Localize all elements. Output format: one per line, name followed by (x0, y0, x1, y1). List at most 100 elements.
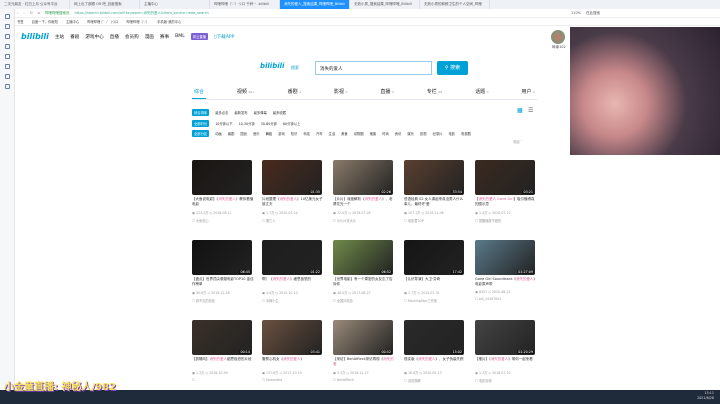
filter-option[interactable]: 时尚 (382, 131, 389, 136)
list-view-icon[interactable]: ☰ (528, 107, 533, 114)
video-uploader[interactable]: ☐ 冰狮小生 (262, 298, 324, 303)
video-title[interactable]: 【世界电影】有一个周密的女友忘了告诉你 (333, 277, 395, 287)
type-tab[interactable]: 视频 99+ (235, 86, 257, 99)
video-title[interactable]: 片段整理《消失的爱人》10亿美元女子被丈夫 (262, 197, 324, 207)
video-uploader[interactable]: ☐ 小片片说大片 (333, 218, 395, 223)
video-uploader[interactable]: ☐ 电影君TOP (404, 218, 466, 223)
video-thumbnail[interactable]: 02:26 (333, 160, 393, 195)
video-thumbnail[interactable]: 00:14 (192, 320, 252, 355)
type-tab[interactable]: 番剧 1 (286, 86, 304, 99)
video-uploader[interactable]: ☐ bili_24367001 (475, 297, 537, 301)
filter-option[interactable]: 资讯 (395, 131, 402, 136)
filter-option[interactable]: 全部分区 (192, 130, 210, 137)
browser-tab[interactable]: 二次元朋友 · 红白上月 公众号平台 (0, 0, 70, 9)
browser-tab[interactable]: 无效小男的和鲜卫生的个人空间_哔哩 (420, 0, 490, 9)
sidebar-icon[interactable] (4, 14, 10, 19)
filter-option[interactable]: 影视 (420, 131, 427, 136)
video-title[interactable]: 【剪辑向】消失的爱人细思极恐的片段 (192, 357, 254, 367)
browser-tab[interactable]: 网上出了部跟 OR 吧_百度搜索 (70, 0, 140, 9)
video-uploader[interactable]: ☐ 看不见的剪色 (192, 298, 254, 303)
filter-option[interactable]: 科技 (303, 131, 310, 136)
video-title[interactable]: 【推片】《消失的爱人》带你一起来看 (475, 357, 537, 367)
bookmark-item[interactable]: 百度一下，你就知 (32, 19, 58, 24)
type-tab[interactable]: 综合 (192, 86, 207, 99)
sidebar-icon[interactable] (4, 54, 10, 59)
forward-icon[interactable]: › (23, 11, 24, 15)
filter-option[interactable]: 音乐 (253, 131, 260, 136)
engine-search[interactable]: 在此搜索 (586, 11, 600, 16)
filter-option[interactable]: 游戏 (278, 131, 285, 136)
type-tab[interactable]: 用户 2 (519, 86, 537, 99)
filter-option[interactable]: 最新发布 (234, 110, 247, 115)
video-title[interactable]: Gone Girl Soundtrack《消失的爱人》电影原声带 (475, 277, 537, 287)
nav-item[interactable]: 主站 (55, 34, 64, 40)
video-title[interactable]: 低语经典 02 女人调起来真没男人什么事儿，最终坏'爱' (404, 197, 466, 207)
sidebar-icon[interactable] (4, 44, 10, 49)
sidebar-icon[interactable] (4, 34, 10, 39)
filter-option[interactable]: 生活 (329, 131, 336, 136)
video-thumbnail[interactable]: 06:45 (192, 240, 252, 275)
video-card[interactable]: 01:22 啊！《消失的爱人》细思极恐的 ▣ 4.6万 ◷ 2015-10-10 ☐ … (262, 240, 324, 318)
nav-item[interactable]: BML (175, 34, 185, 40)
filter-option[interactable]: 动画 (215, 131, 222, 136)
video-thumbnail[interactable]: 03:41 (262, 320, 322, 355)
avatar[interactable] (551, 30, 565, 44)
video-thumbnail[interactable]: 00:52 (333, 320, 393, 355)
video-thumbnail[interactable]: 03:21 (475, 160, 535, 195)
video-title[interactable]: 【认识导演】大卫·芬奇 (404, 277, 466, 287)
download-app-link[interactable]: ▯下载APP (214, 34, 234, 40)
zoom-level[interactable]: 110% (571, 11, 581, 15)
grid-view-icon[interactable]: ▦ (517, 107, 523, 114)
video-uploader[interactable]: ☐ 撤江人 (262, 218, 324, 223)
sidebar-icon[interactable] (4, 64, 10, 69)
video-title[interactable]: 【采访】BenAffleck采访再现《消失的爱 (333, 357, 395, 367)
filter-option[interactable]: 纪录片 (433, 131, 443, 136)
filter-option[interactable]: 电视剧 (461, 131, 471, 136)
back-icon[interactable]: ‹ (17, 11, 18, 15)
sidebar-icon[interactable] (4, 24, 10, 29)
url-input[interactable]: https://search.bilibili.com/all?keyword=… (74, 11, 208, 16)
video-title[interactable]: 撒蔡心机女《消失的爱人》 (262, 357, 324, 367)
video-thumbnail[interactable]: 06:52 (333, 240, 393, 275)
type-tab[interactable]: 专栏 69 (425, 86, 444, 99)
bookmark-item[interactable]: 哔哩哔哩（'-'） (126, 19, 149, 24)
browser-tab[interactable]: 消失的爱人_搜索结果_哔哩哔哩_Bilibili (280, 0, 350, 9)
search-input[interactable]: 消失的爱人 (315, 61, 432, 75)
filter-option[interactable]: 国创 (240, 131, 247, 136)
video-title[interactable]: 【消失的爱人 Gone Girl】吸引懂得真的图示意 (475, 197, 537, 207)
filter-option[interactable]: 汽车 (316, 131, 323, 136)
video-uploader[interactable]: ☐ 电影剪辑 (475, 378, 537, 383)
video-card[interactable]: 33:54 低语经典 02 女人调起来真没男人什么事儿，最终坏'爱' ▣ 107.1… (404, 160, 466, 238)
type-tab[interactable]: 影视 0 (332, 86, 350, 99)
bookmark-item[interactable]: 哔哩哔哩 (゜-゜)つロ (87, 19, 118, 24)
browser-tab[interactable]: 主播中心 (140, 0, 210, 9)
video-thumbnail[interactable]: 01:20:29 (475, 320, 535, 355)
video-card[interactable]: 00:52 【采访】BenAffleck采访再现《消失的爱 ▣ 3.5万 ◷ 201… (333, 320, 395, 398)
video-card[interactable]: 00:14 【剪辑向】消失的爱人细思极恐的片段 ▣ 1.3万 ◷ 2018-10-0… (192, 320, 254, 398)
video-thumbnail[interactable]: 15:02 (404, 320, 464, 355)
nav-item[interactable]: 会员购 (125, 34, 139, 40)
video-card[interactable]: 15:02 现实版《消失的爱人》，女子伪装失踪 ▣ 16.6万 ◷ 2020-05-… (404, 320, 466, 398)
video-card[interactable]: 02:26 【片片】深度解析《消失的爱人》，老婆花光一个 ▣ 72.0万 ◷ 201… (333, 160, 395, 238)
video-card[interactable]: 03:21 【消失的爱人 Gone Girl】吸引懂得真的图示意 ▣ 1.4万 ◷ … (475, 160, 537, 238)
filter-option[interactable]: 综合排序 (192, 109, 210, 116)
video-title[interactable]: 现实版《消失的爱人》，女子伪装失踪 (404, 357, 466, 367)
video-thumbnail[interactable]: 01:27:09 (475, 240, 535, 275)
video-card[interactable]: 06:52 【世界电影】有一个周密的女友忘了告诉你 ▣ 46.0万 ◷ 2017-0… (333, 240, 395, 318)
video-thumbnail[interactable]: 01:35 (262, 160, 322, 195)
filter-option[interactable]: 知识 (291, 131, 298, 136)
video-thumbnail[interactable] (192, 160, 252, 195)
filter-option[interactable]: 动物圈 (354, 131, 364, 136)
type-tab[interactable]: 话题 0 (473, 86, 491, 99)
address-bar[interactable]: ‹ › ↻ ⌂ 哔哩哔哩搜索页 https://search.bilibili.com… (15, 9, 720, 18)
nav-item[interactable]: 番剧 (70, 34, 79, 40)
video-card[interactable]: 【大鱼说电影】《消失的爱人》教你看懂电影 ▣ 123.4万 ◷ 2018-08-1… (192, 160, 254, 238)
nav-item[interactable]: 游戏中心 (85, 34, 103, 40)
reload-icon[interactable]: ↻ (30, 11, 33, 15)
video-title[interactable]: 啊！《消失的爱人》细思极恐的 (262, 277, 324, 287)
video-uploader[interactable]: ☐ MorningStar工作室 (404, 298, 466, 303)
nav-item[interactable]: 直播 (110, 34, 119, 40)
filter-option[interactable]: 鬼畜 (370, 131, 377, 136)
video-card[interactable]: 17:42 【认识导演】大卫·芬奇 ▣ 1.7万 ◷ 2019-07-31 ☐ Mor… (404, 240, 466, 318)
video-card[interactable]: 01:35 片段整理《消失的爱人》10亿美元女子被丈夫 ▣ 1.7万 ◷ 2020-… (262, 160, 324, 238)
